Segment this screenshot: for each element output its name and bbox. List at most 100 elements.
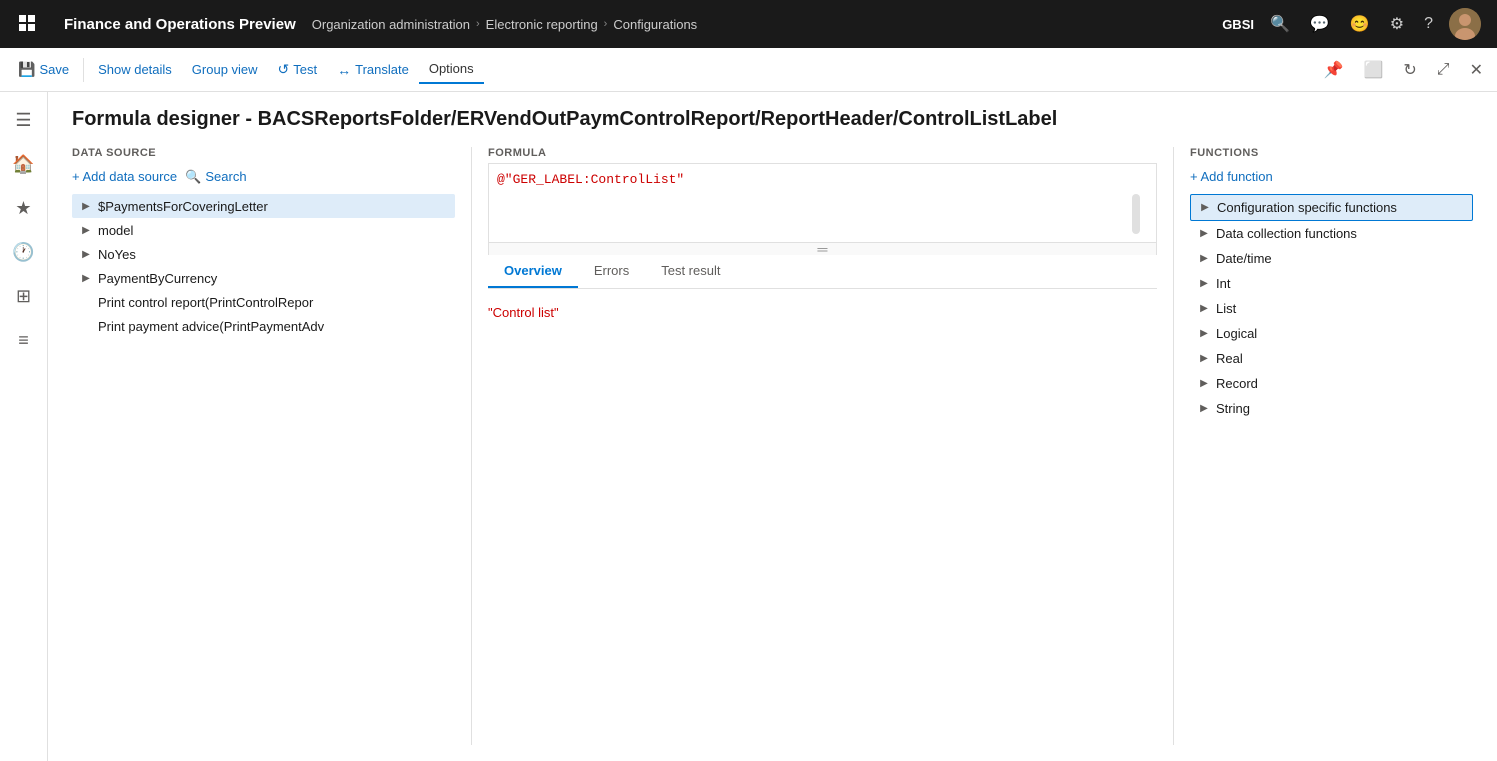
function-list-label: List xyxy=(1216,301,1236,316)
datasource-panel: DATA SOURCE + Add data source 🔍 Search ▶… xyxy=(72,147,472,745)
breadcrumb-chevron-1: › xyxy=(476,18,480,30)
breadcrumb-config[interactable]: Configurations xyxy=(613,17,697,32)
functions-header: FUNCTIONS xyxy=(1190,147,1473,159)
function-item-int[interactable]: ▶ Int xyxy=(1190,271,1473,296)
functions-panel: FUNCTIONS + Add function ▶ Configuration… xyxy=(1173,147,1473,745)
sidenav-menu-icon[interactable]: ☰ xyxy=(4,100,44,140)
chat-icon[interactable]: 💬 xyxy=(1306,10,1334,38)
tab-errors[interactable]: Errors xyxy=(578,255,645,288)
test-button[interactable]: ↺ Test xyxy=(268,55,328,84)
breadcrumb-chevron-2: › xyxy=(604,18,608,30)
function-item-string[interactable]: ▶ String xyxy=(1190,396,1473,421)
formula-panel: FORMULA @"GER_LABEL:ControlList" ═ Overv… xyxy=(472,147,1173,745)
toolbar-left: 💾 Save Show details Group view ↺ Test ↔ … xyxy=(8,55,1314,84)
sidenav-home-icon[interactable]: 🏠 xyxy=(4,144,44,184)
function-string-label: String xyxy=(1216,401,1250,416)
function-item-datacollection[interactable]: ▶ Data collection functions xyxy=(1190,221,1473,246)
function-config-label: Configuration specific functions xyxy=(1217,200,1397,215)
translate-button[interactable]: ↔ Translate xyxy=(327,56,419,84)
tree-item-paymentbycurrency[interactable]: ▶ PaymentByCurrency xyxy=(72,266,455,290)
expand-paymentbycurrency-icon: ▶ xyxy=(78,270,94,286)
expand-payments-icon: ▶ xyxy=(78,198,94,214)
tree-item-payments[interactable]: ▶ $PaymentsForCoveringLetter xyxy=(72,194,455,218)
functions-list: ▶ Configuration specific functions ▶ Dat… xyxy=(1190,194,1473,745)
top-nav: Finance and Operations Preview Organizat… xyxy=(0,0,1497,48)
function-item-record[interactable]: ▶ Record xyxy=(1190,371,1473,396)
add-function-button[interactable]: + Add function xyxy=(1190,167,1473,186)
formula-scroll-handle[interactable] xyxy=(1132,194,1140,234)
expand-noyes-icon: ▶ xyxy=(78,246,94,262)
close-icon[interactable]: ✕ xyxy=(1464,56,1489,84)
page-title: Formula designer - BACSReportsFolder/ERV… xyxy=(72,108,1473,131)
sidenav-recent-icon[interactable]: 🕐 xyxy=(4,232,44,272)
side-nav: ☰ 🏠 ★ 🕐 ⊞ ≡ xyxy=(0,92,48,761)
formula-resize-handle[interactable]: ═ xyxy=(488,243,1157,255)
function-real-label: Real xyxy=(1216,351,1243,366)
function-item-logical[interactable]: ▶ Logical xyxy=(1190,321,1473,346)
tree-item-model-label: model xyxy=(98,223,449,238)
save-icon: 💾 xyxy=(18,61,35,78)
expand-record-icon: ▶ xyxy=(1196,378,1212,389)
expand-real-icon: ▶ xyxy=(1196,353,1212,364)
options-button[interactable]: Options xyxy=(419,55,484,84)
org-badge: GBSI xyxy=(1222,17,1254,32)
formula-label: FORMULA xyxy=(488,147,1157,159)
tree-item-paymentbycurrency-label: PaymentByCurrency xyxy=(98,271,449,286)
function-item-config[interactable]: ▶ Configuration specific functions xyxy=(1190,194,1473,221)
sidenav-workspace-icon[interactable]: ⊞ xyxy=(4,276,44,316)
save-button[interactable]: 💾 Save xyxy=(8,55,79,84)
sidenav-list-icon[interactable]: ≡ xyxy=(4,320,44,360)
function-datacollection-label: Data collection functions xyxy=(1216,226,1357,241)
sidenav-favorite-icon[interactable]: ★ xyxy=(4,188,44,228)
detach-icon[interactable]: ⤢ xyxy=(1431,57,1456,83)
datasource-toolbar: + Add data source 🔍 Search xyxy=(72,167,455,186)
function-item-datetime[interactable]: ▶ Date/time xyxy=(1190,246,1473,271)
expand-list-icon: ▶ xyxy=(1196,303,1212,314)
tab-testresult[interactable]: Test result xyxy=(645,255,736,288)
results-tabs: Overview Errors Test result xyxy=(488,255,1157,289)
pin-icon[interactable]: 📌 xyxy=(1318,56,1350,84)
function-item-real[interactable]: ▶ Real xyxy=(1190,346,1473,371)
layout: ☰ 🏠 ★ 🕐 ⊞ ≡ Formula designer - BACSRepor… xyxy=(0,92,1497,761)
avatar[interactable] xyxy=(1449,8,1481,40)
app-grid-icon[interactable] xyxy=(8,15,48,33)
add-datasource-button[interactable]: + Add data source xyxy=(72,167,177,186)
expand-datetime-icon: ▶ xyxy=(1196,253,1212,264)
top-nav-right: GBSI 🔍 💬 😊 ⚙ ? xyxy=(1222,8,1489,40)
test-icon: ↺ xyxy=(278,61,290,78)
toolbar: 💾 Save Show details Group view ↺ Test ↔ … xyxy=(0,48,1497,92)
tree-item-model[interactable]: ▶ model xyxy=(72,218,455,242)
toolbar-sep-1 xyxy=(83,58,84,82)
toolbar-right: 📌 ⬜ ↻ ⤢ ✕ xyxy=(1318,56,1489,84)
function-item-list[interactable]: ▶ List xyxy=(1190,296,1473,321)
show-details-button[interactable]: Show details xyxy=(88,56,182,83)
breadcrumb-org[interactable]: Organization administration xyxy=(312,17,470,32)
tab-overview[interactable]: Overview xyxy=(488,255,578,288)
breadcrumb-er[interactable]: Electronic reporting xyxy=(486,17,598,32)
formula-editor[interactable]: @"GER_LABEL:ControlList" xyxy=(488,163,1157,243)
search-datasource-button[interactable]: 🔍 Search xyxy=(185,169,246,185)
expand-model-icon: ▶ xyxy=(78,222,94,238)
tree-item-noyes[interactable]: ▶ NoYes xyxy=(72,242,455,266)
expand-config-icon: ▶ xyxy=(1197,202,1213,213)
tree-item-printpayment[interactable]: ▶ Print payment advice(PrintPaymentAdv xyxy=(72,314,455,338)
refresh-icon[interactable]: ↻ xyxy=(1397,56,1422,84)
emoji-icon[interactable]: 😊 xyxy=(1346,10,1374,38)
search-icon: 🔍 xyxy=(185,169,201,185)
main-content: Formula designer - BACSReportsFolder/ERV… xyxy=(48,92,1497,761)
search-nav-icon[interactable]: 🔍 xyxy=(1266,10,1294,38)
translate-icon: ↔ xyxy=(337,62,351,78)
expand-icon[interactable]: ⬜ xyxy=(1357,56,1389,84)
group-view-button[interactable]: Group view xyxy=(182,56,268,83)
function-int-label: Int xyxy=(1216,276,1230,291)
expand-string-icon: ▶ xyxy=(1196,403,1212,414)
datasource-header: DATA SOURCE xyxy=(72,147,455,159)
breadcrumb: Organization administration › Electronic… xyxy=(312,17,1222,32)
tree-item-noyes-label: NoYes xyxy=(98,247,449,262)
results-content: "Control list" xyxy=(488,297,1157,328)
app-title: Finance and Operations Preview xyxy=(48,16,312,33)
settings-icon[interactable]: ⚙ xyxy=(1386,10,1408,38)
tree-item-printcontrol[interactable]: ▶ Print control report(PrintControlRepor xyxy=(72,290,455,314)
function-logical-label: Logical xyxy=(1216,326,1257,341)
help-icon[interactable]: ? xyxy=(1420,11,1437,37)
